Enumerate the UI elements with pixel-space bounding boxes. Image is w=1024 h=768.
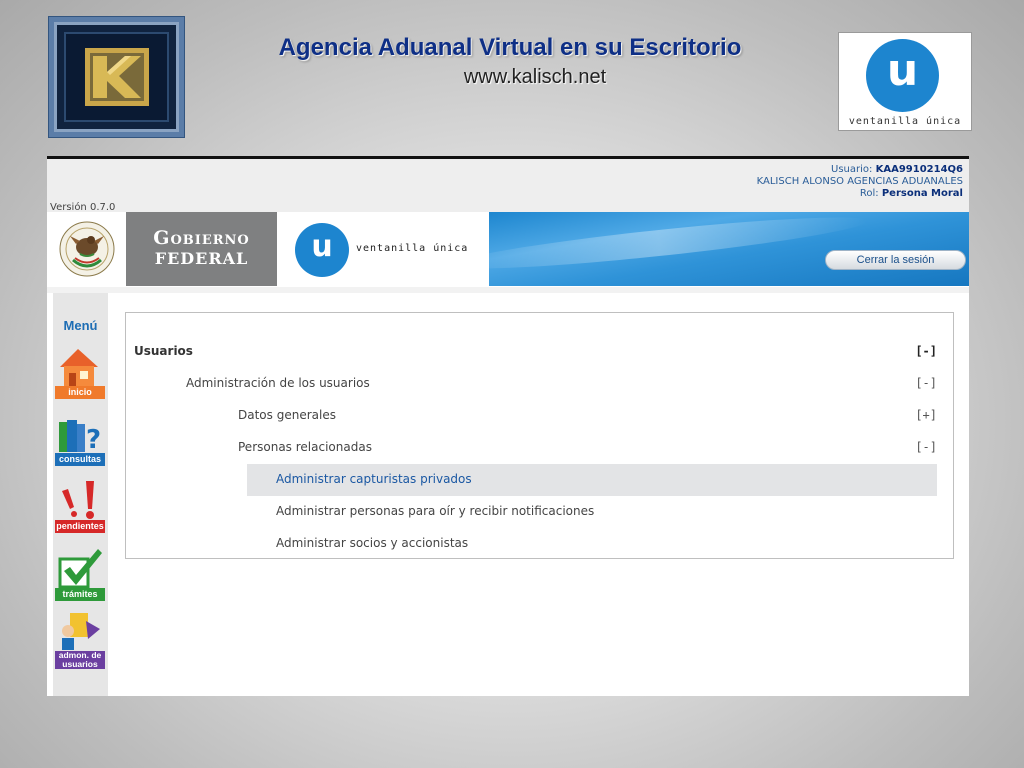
menu-label-consultas: consultas <box>55 453 105 466</box>
vu-banner-caption: ventanilla única <box>356 243 469 254</box>
slide-title: Agencia Aduanal Virtual en su Escritorio <box>278 34 742 61</box>
menu-item-pendientes[interactable]: pendientes <box>53 479 108 533</box>
tree-node-label: Administración de los usuarios <box>186 376 370 390</box>
tree-link-label[interactable]: Administrar socios y accionistas <box>276 536 468 550</box>
user-bar: Versión 0.7.0 Usuario: KAA9910214Q6 KALI… <box>47 159 969 213</box>
menu-item-admon-usuarios[interactable]: admon. de usuarios <box>53 611 108 669</box>
vu-banner-circle-icon: u <box>295 223 349 277</box>
divider-strip <box>47 287 969 293</box>
app-window: Versión 0.7.0 Usuario: KAA9910214Q6 KALI… <box>47 156 969 696</box>
exclamation-icon <box>62 481 94 519</box>
menu-item-consultas[interactable]: ? consultas <box>53 412 108 466</box>
kalisch-k-icon <box>84 48 149 106</box>
svg-text:?: ? <box>86 425 101 454</box>
tree-link-capturistas-privados[interactable]: Administrar capturistas privados <box>126 464 953 496</box>
menu-item-tramites[interactable]: trámites <box>53 547 108 601</box>
menu-title: Menú <box>63 318 98 333</box>
user-admin-icon <box>62 613 100 650</box>
collapse-toggle[interactable]: [-] <box>915 376 937 390</box>
company-name: KALISCH ALONSO AGENCIAS ADUANALES <box>756 176 963 187</box>
menu-item-inicio[interactable]: inicio <box>53 345 108 399</box>
gobierno-line2: FEDERAL <box>154 249 249 268</box>
checkmark-icon <box>58 549 102 589</box>
ventanilla-unica-logo: u ventanilla única <box>838 32 972 131</box>
user-label: Usuario: <box>831 164 873 175</box>
collapse-toggle[interactable]: [-] <box>915 440 937 454</box>
menu-tree-panel: Usuarios [-] Administración de los usuar… <box>125 312 954 559</box>
tree-node-personas-relacionadas[interactable]: Personas relacionadas [-] <box>126 432 953 464</box>
side-menu: Menú inicio ? consultas pendientes trámi… <box>53 293 108 696</box>
user-id: KAA9910214Q6 <box>875 164 963 175</box>
role-value: Persona Moral <box>881 188 963 199</box>
vu-banner-logo: u ventanilla única <box>277 212 489 286</box>
tree-link-socios-accionistas[interactable]: Administrar socios y accionistas <box>126 528 953 560</box>
menu-label-inicio: inicio <box>55 386 105 399</box>
mexico-coat-of-arms <box>47 212 126 286</box>
book-question-icon: ? <box>59 420 101 454</box>
logout-button[interactable]: Cerrar la sesión <box>825 250 966 270</box>
tree-node-label: Datos generales <box>238 408 336 422</box>
expand-toggle[interactable]: [+] <box>915 408 937 422</box>
slide-url: www.kalisch.net <box>463 66 607 88</box>
tree-node-label: Personas relacionadas <box>238 440 372 454</box>
tree-node-administracion-usuarios[interactable]: Administración de los usuarios [-] <box>126 368 953 400</box>
vu-logo-caption: ventanilla única <box>848 116 962 127</box>
menu-label-tramites: trámites <box>55 588 105 601</box>
banner: Gobierno FEDERAL u ventanilla única Cerr… <box>47 212 969 287</box>
menu-label-admon-usuarios: admon. de usuarios <box>55 651 105 669</box>
user-info: Usuario: KAA9910214Q6 KALISCH ALONSO AGE… <box>757 164 963 200</box>
menu-label-pendientes: pendientes <box>55 520 105 533</box>
kalisch-logo <box>48 16 185 138</box>
tree-link-label[interactable]: Administrar personas para oír y recibir … <box>276 504 594 518</box>
vu-circle-icon: u <box>866 39 939 112</box>
tree-node-usuarios[interactable]: Usuarios [-] <box>126 336 953 368</box>
house-icon <box>60 349 98 386</box>
tree-link-personas-notificaciones[interactable]: Administrar personas para oír y recibir … <box>126 496 953 528</box>
tree-node-datos-generales[interactable]: Datos generales [+] <box>126 400 953 432</box>
tree-node-label: Usuarios <box>134 344 193 358</box>
collapse-toggle[interactable]: [-] <box>915 344 937 358</box>
gobierno-line1: Gobierno <box>153 227 250 249</box>
blue-decor-band <box>489 212 969 286</box>
tree-link-label[interactable]: Administrar capturistas privados <box>276 472 472 486</box>
eagle-seal-icon <box>59 221 114 277</box>
role-label: Rol: <box>859 188 879 199</box>
gobierno-federal-logo: Gobierno FEDERAL <box>126 212 277 286</box>
